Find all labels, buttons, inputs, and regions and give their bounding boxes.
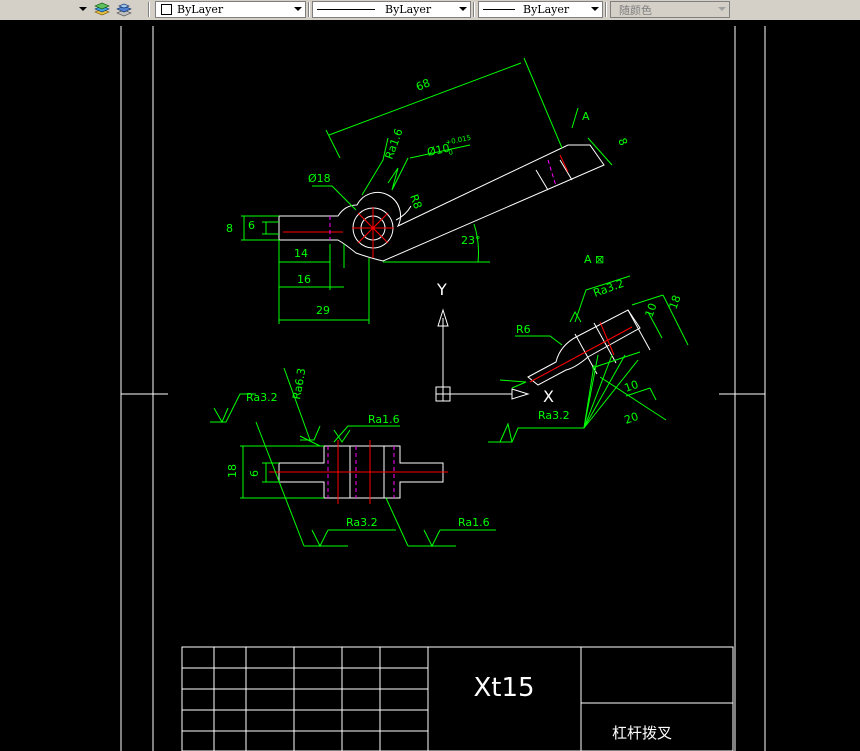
front-dim-ra32-left: Ra3.2: [246, 391, 278, 404]
front-dim-ra16-top: Ra1.6: [368, 413, 400, 426]
section-view-a: A ⊠ Ra3.2 R6 10 18 10 20 Ra3.2: [488, 253, 689, 443]
front-dim-ra32-bottom: Ra3.2: [346, 516, 378, 529]
lineweight-combo-value: ByLayer: [523, 3, 570, 16]
front-dim-18: 18: [226, 464, 239, 478]
plotstyle-combo[interactable]: 随颜色: [610, 1, 730, 18]
plotstyle-combo-value: 随颜色: [619, 3, 652, 17]
section-dim-18: 18: [667, 293, 684, 311]
dim-ra16-label: Ra1.6: [383, 127, 406, 161]
front-dim-6: 6: [248, 470, 261, 477]
drawing-canvas[interactable]: Xt15 杠杆拨叉 68 A 8 Ra1.6 Ø10 +0.015 0 Ø18 …: [0, 20, 860, 751]
dim-phi10-tol-lower: 0: [448, 148, 454, 157]
toolbar-separator: [605, 2, 607, 17]
linetype-preview-icon: [317, 9, 375, 10]
color-combo-value: ByLayer: [177, 3, 224, 16]
properties-toolbar: ByLayer ByLayer ByLayer 随颜色: [0, 0, 860, 21]
ucs-y-label: Y: [436, 280, 447, 299]
toolbar-separator: [473, 2, 475, 17]
section-dim-ra32-top: Ra3.2: [592, 277, 626, 300]
section-title: A ⊠: [584, 253, 604, 266]
layer-previous-icon[interactable]: [115, 1, 133, 18]
color-swatch-icon: [161, 4, 172, 15]
linetype-combo-value: ByLayer: [385, 3, 432, 16]
front-dim-ra16-bottom: Ra1.6: [458, 516, 490, 529]
chevron-down-icon[interactable]: [588, 2, 602, 17]
cad-drawing: Xt15 杠杆拨叉 68 A 8 Ra1.6 Ø10 +0.015 0 Ø18 …: [120, 26, 766, 751]
section-dim-20: 20: [623, 410, 641, 427]
lineweight-combo[interactable]: ByLayer: [478, 1, 603, 18]
part-name: 杠杆拨叉: [612, 724, 672, 742]
chevron-down-icon[interactable]: [456, 2, 470, 17]
chevron-down-icon[interactable]: [715, 2, 729, 17]
color-combo[interactable]: ByLayer: [155, 1, 306, 18]
front-dim-ra63: Ra6.3: [290, 367, 308, 400]
layer-stack-icon[interactable]: [93, 1, 111, 18]
chevron-down-icon[interactable]: [291, 2, 305, 17]
ucs-x-label: X: [543, 387, 554, 406]
toolbar-separator: [308, 2, 310, 17]
dim-68-label: 68: [414, 76, 432, 93]
drawing-code: Xt15: [473, 673, 534, 703]
section-dim-10-top: 10: [643, 301, 660, 319]
dim-6-left-label: 6: [248, 219, 255, 232]
dim-29-label: 29: [316, 304, 330, 317]
linetype-combo[interactable]: ByLayer: [312, 1, 471, 18]
toolbar-separator: [148, 2, 150, 17]
section-dim-ra32-bottom: Ra3.2: [538, 409, 570, 422]
dim-8-right-label: 8: [615, 136, 630, 148]
dim-8-left-label: 8: [226, 222, 233, 235]
dim-23deg-label: 23°: [461, 234, 481, 247]
section-dim-r6: R6: [516, 323, 531, 336]
dim-phi18-label: Ø18: [308, 172, 331, 185]
lineweight-preview-icon: [483, 9, 515, 10]
dim-16-label: 16: [297, 273, 311, 286]
dim-14-label: 14: [294, 247, 308, 260]
layer-dropdown-arrow[interactable]: [76, 1, 90, 18]
dim-phi10-tol-upper: +0.015: [445, 134, 472, 147]
top-view: 68 A 8 Ra1.6 Ø10 +0.015 0 Ø18 R8 23° 8 6…: [226, 57, 630, 324]
dim-a-section-label: A: [582, 110, 590, 123]
